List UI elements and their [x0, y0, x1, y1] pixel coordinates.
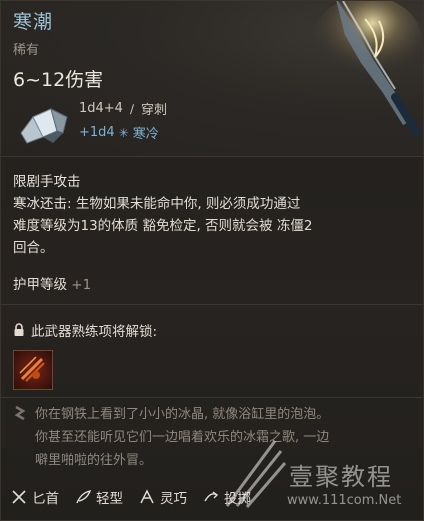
item-tooltip: 寒潮 稀有 6~12伤害 1d4+4 ∕ 穿刺 +1d4 ✳ 寒冷 限剧手攻击 …: [0, 0, 424, 521]
damage-range: 6~12伤害: [13, 69, 104, 91]
proficiency-skill-icon[interactable]: [13, 350, 53, 390]
ability-text-1: 生物如果未能命中你, 则必须成功通过: [71, 196, 301, 212]
snowflake-icon: ✳: [118, 125, 129, 140]
watermark-text: 壹聚教程: [289, 463, 393, 491]
damage-type: 寒冷: [132, 127, 159, 142]
damage-line-pierce: 1d4+4 ∕ 穿刺: [79, 99, 167, 118]
ability-text-2: 难度等级为13的体质 豁免检定, 否则就会被 冻僵2: [13, 218, 313, 234]
watermark-logo-icon: [225, 440, 287, 508]
ability-text-3: 回合。: [13, 240, 54, 256]
damage-type: 穿刺: [140, 103, 167, 118]
damage-line-cold: +1d4 ✳ 寒冷: [79, 123, 159, 142]
tag-label: 匕首: [32, 491, 59, 507]
tooltip-header: 寒潮 稀有 6~12伤害 1d4+4 ∕ 穿刺 +1d4 ✳ 寒冷: [1, 1, 423, 156]
item-rarity: 稀有: [13, 43, 40, 58]
divider: [1, 397, 423, 398]
pierce-icon: ∕: [129, 101, 134, 116]
tag-label: 轻型: [96, 491, 123, 507]
tag-dagger: 匕首: [11, 487, 59, 507]
finesse-icon: [140, 489, 154, 504]
proficiency-unlock-header: 此武器熟练项将解锁:: [13, 320, 157, 340]
lock-icon: [14, 323, 24, 336]
divider: [1, 156, 423, 157]
tag-label: 灵巧: [160, 491, 187, 507]
ability-title: 限剧手攻击: [13, 174, 81, 190]
unlock-label: 此武器熟练项将解锁:: [31, 324, 158, 340]
feather-icon: [76, 490, 91, 504]
tag-light: 轻型: [75, 487, 123, 507]
damage-dice: +1d4: [79, 125, 115, 140]
quote-icon: [14, 405, 26, 421]
ability-name: 寒冰还击:: [13, 196, 72, 212]
ice-crystal-icon: [20, 108, 68, 144]
damage-dice: 1d4+4: [79, 101, 123, 116]
dagger-icon: [12, 490, 26, 504]
slash-skill-icon: [19, 356, 45, 382]
ability-description: 寒冰还击: 生物如果未能命中你, 则必须成功通过 难度等级为13的体质 豁免检定…: [13, 193, 413, 259]
dagger-art-icon: [312, 1, 422, 137]
weapon-property-tags: 匕首 轻型 灵巧 投掷: [11, 487, 251, 507]
divider: [1, 304, 423, 305]
tag-finesse: 灵巧: [139, 487, 187, 507]
armor-label: 护甲等级: [13, 277, 67, 293]
armor-value: +1: [71, 277, 92, 293]
armor-class: 护甲等级 +1: [13, 273, 91, 293]
flavor-line-1: 你在钢铁上看到了小小的冰晶, 就像浴缸里的泡泡。: [35, 407, 330, 422]
site-watermark: 壹聚教程 www.111com.Net: [217, 431, 417, 520]
watermark-url: www.111com.Net: [287, 493, 402, 508]
item-name: 寒潮: [13, 11, 54, 33]
